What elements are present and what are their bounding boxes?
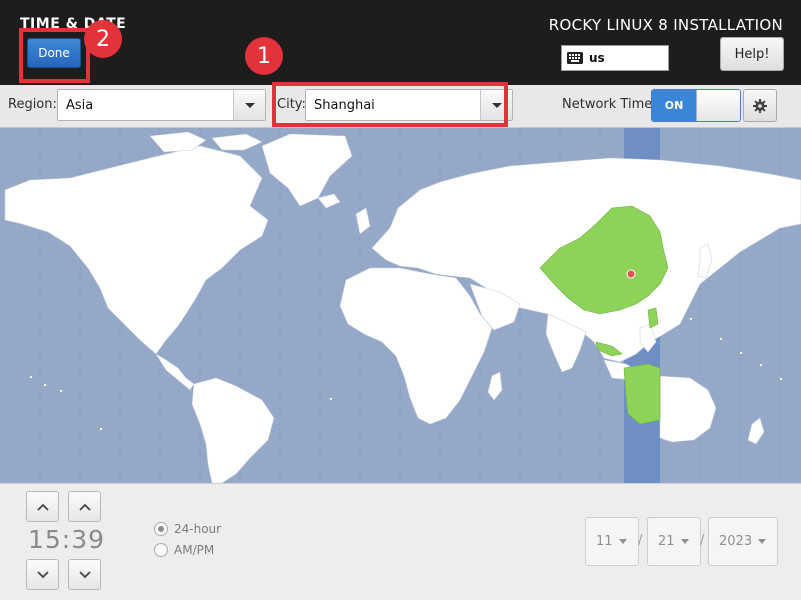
day-combo[interactable]: 21 [647,517,701,566]
format-ampm-label: AM/PM [174,543,215,557]
annotation-box-done [19,28,90,83]
chevron-up-icon [78,503,91,511]
chevron-down-icon [36,570,49,578]
chevron-down-icon [680,539,689,544]
chevron-up-icon [36,503,49,511]
hour-up-button[interactable] [26,491,59,522]
gear-icon [753,98,767,113]
minute-down-button[interactable] [68,559,101,590]
keyboard-layout-indicator[interactable]: us [561,45,669,71]
network-time-label: Network Time [562,97,653,112]
chevron-down-icon [758,539,767,544]
month-combo[interactable]: 11 [585,517,639,566]
keyboard-icon [567,52,583,64]
chevron-down-icon[interactable] [233,90,265,120]
date-separator: / [700,533,705,548]
help-button[interactable]: Help! [720,37,784,71]
date-separator: / [638,533,643,548]
toggle-knob[interactable] [696,90,740,121]
region-combo[interactable]: Asia [57,89,266,121]
chevron-down-icon [78,570,91,578]
toggle-state-label: ON [652,90,696,121]
annotation-badge-2: 2 [84,20,122,58]
format-24h-option[interactable]: 24-hour [154,522,221,536]
format-ampm-option[interactable]: AM/PM [154,543,214,557]
radio-ampm[interactable] [154,543,168,557]
region-value: Asia [66,97,94,113]
day-value: 21 [658,534,675,549]
keyboard-layout-label: us [589,51,605,65]
network-time-toggle[interactable]: ON [651,89,741,122]
chevron-down-icon [618,539,627,544]
timezone-map[interactable] [0,128,801,483]
time-display: 15:39 [28,525,106,554]
region-label: Region: [8,97,57,112]
format-24h-label: 24-hour [174,522,222,536]
radio-24h[interactable] [154,522,168,536]
year-combo[interactable]: 2023 [708,517,778,566]
month-value: 11 [596,534,613,549]
world-map-graphic[interactable] [0,128,801,483]
annotation-box-city [272,82,508,127]
minute-up-button[interactable] [68,491,101,522]
product-title: ROCKY LINUX 8 INSTALLATION [548,16,783,34]
ntp-settings-button[interactable] [743,89,777,122]
hour-down-button[interactable] [26,559,59,590]
year-value: 2023 [719,534,753,549]
timezone-marker [626,269,636,279]
annotation-badge-1: 1 [245,37,283,75]
